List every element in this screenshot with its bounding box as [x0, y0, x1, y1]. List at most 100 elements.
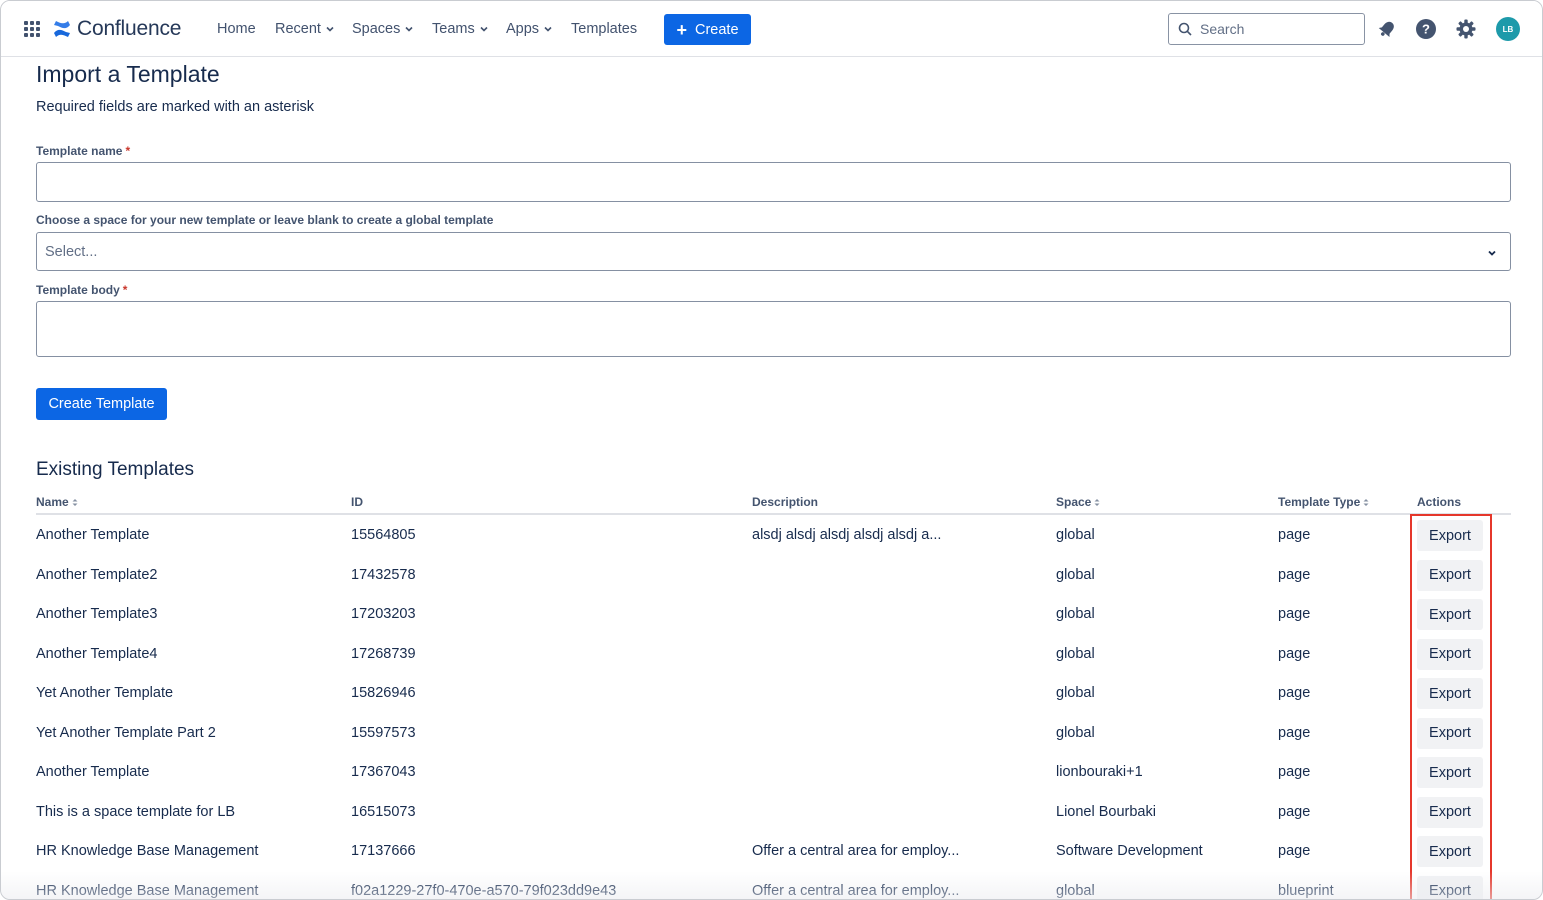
sort-icon	[1363, 498, 1369, 506]
column-header-template-type[interactable]: Template Type	[1278, 495, 1369, 509]
cell-id: 17137666	[351, 843, 416, 859]
cell-space: global	[1056, 724, 1095, 741]
column-header-template-type-label: Template Type	[1278, 495, 1361, 509]
column-header-id: ID	[351, 495, 363, 509]
export-button[interactable]: Export	[1417, 520, 1483, 551]
nav-apps[interactable]: Apps	[506, 19, 553, 39]
nav-recent[interactable]: Recent	[275, 19, 335, 39]
cell-type: page	[1278, 527, 1311, 543]
export-button[interactable]: Export	[1417, 836, 1483, 867]
table-row: Another Template3 17203203 global page E…	[1, 594, 1542, 634]
nav-templates-label: Templates	[571, 21, 638, 37]
template-name-label-text: Template name	[36, 144, 123, 158]
column-header-name[interactable]: Name	[36, 495, 78, 509]
nav-recent-label: Recent	[275, 21, 321, 37]
help-icon[interactable]: ?	[1415, 18, 1437, 40]
template-body-input[interactable]	[36, 301, 1511, 357]
nav-teams[interactable]: Teams	[432, 19, 489, 39]
search-input[interactable]: Search	[1168, 13, 1365, 45]
cell-space: global	[1056, 566, 1095, 583]
cell-space: global	[1056, 527, 1095, 543]
nav-teams-label: Teams	[432, 21, 475, 37]
cell-space: global	[1056, 685, 1095, 701]
chevron-down-icon	[480, 26, 488, 32]
cell-space: global	[1056, 606, 1095, 622]
nav-home-label: Home	[217, 21, 256, 37]
nav-home[interactable]: Home	[217, 19, 256, 39]
cell-type: page	[1278, 803, 1311, 820]
settings-icon[interactable]	[1455, 18, 1477, 40]
brand-name: Confluence	[77, 17, 182, 40]
cell-name: Another Template	[36, 764, 150, 780]
column-header-actions: Actions	[1417, 495, 1461, 509]
notifications-icon[interactable]	[1376, 18, 1398, 40]
user-avatar[interactable]: LB	[1496, 17, 1520, 41]
cell-space: global	[1056, 645, 1095, 662]
cell-name: Yet Another Template Part 2	[36, 724, 216, 741]
search-icon	[1178, 22, 1192, 36]
export-button[interactable]: Export	[1417, 678, 1483, 709]
column-header-space[interactable]: Space	[1056, 495, 1100, 509]
template-name-input[interactable]	[36, 162, 1511, 202]
column-header-actions-label: Actions	[1417, 495, 1462, 509]
page-title: Import a Template	[36, 61, 220, 87]
export-button[interactable]: Export	[1417, 559, 1483, 591]
required-asterisk: *	[125, 144, 131, 158]
cell-type: page	[1278, 566, 1311, 583]
export-button[interactable]: Export	[1417, 638, 1483, 670]
cell-name: HR Knowledge Base Management	[36, 843, 259, 859]
table-row: HR Knowledge Base Management 17137666 Of…	[1, 831, 1542, 871]
create-button[interactable]: + Create	[664, 14, 751, 45]
cell-space: Lionel Bourbaki	[1056, 803, 1156, 820]
cell-id: 17203203	[351, 606, 416, 622]
cell-name: Another Template	[36, 527, 150, 543]
nav-spaces[interactable]: Spaces	[352, 19, 414, 39]
table-row: HR Knowledge Base Management f02a1229-27…	[1, 871, 1542, 899]
cell-type: page	[1278, 724, 1311, 741]
column-header-name-label: Name	[36, 495, 69, 509]
chevron-down-icon	[544, 26, 552, 32]
cell-space: Software Development	[1056, 843, 1203, 859]
cell-name: Another Template4	[36, 645, 158, 662]
table-row: Another Template2 17432578 global page E…	[1, 555, 1542, 595]
export-button[interactable]: Export	[1417, 796, 1483, 828]
cell-name: Another Template3	[36, 606, 158, 622]
cell-type: page	[1278, 606, 1311, 622]
chevron-down-icon	[1488, 250, 1496, 256]
cell-description: Offer a central area for employ...	[752, 843, 960, 859]
export-button[interactable]: Export	[1417, 599, 1483, 630]
nav-spaces-label: Spaces	[352, 21, 401, 37]
chevron-down-icon	[326, 26, 334, 32]
cell-name: This is a space template for LB	[36, 803, 236, 820]
export-button[interactable]: Export	[1417, 875, 1483, 899]
create-button-label: Create	[694, 21, 739, 38]
table-row: Yet Another Template Part 2 15597573 glo…	[1, 713, 1542, 753]
template-name-label: Template name *	[36, 144, 130, 158]
template-body-label-text: Template body	[36, 283, 120, 297]
table-row: Another Template 15564805 alsdj alsdj al…	[1, 515, 1542, 555]
table-row: This is a space template for LB 16515073…	[1, 792, 1542, 832]
app-switcher-icon[interactable]	[23, 20, 41, 38]
export-button[interactable]: Export	[1417, 757, 1483, 788]
table-row: Another Template 17367043 lionbouraki+1 …	[1, 752, 1542, 792]
table-row: Yet Another Template 15826946 global pag…	[1, 673, 1542, 713]
export-button[interactable]: Export	[1417, 717, 1483, 749]
cell-name: HR Knowledge Base Management	[36, 882, 259, 899]
confluence-logo-icon	[54, 21, 70, 37]
search-placeholder: Search	[1200, 21, 1245, 37]
nav-templates[interactable]: Templates	[571, 19, 637, 39]
cell-id: f02a1229-27f0-470e-a570-79f023dd9e43	[351, 882, 617, 899]
app-window: Confluence Home Recent Spaces Teams Apps…	[0, 0, 1543, 900]
space-select-label: Choose a space for your new template or …	[36, 213, 494, 227]
required-asterisk: *	[122, 283, 128, 297]
sort-icon	[72, 498, 78, 506]
confluence-logo[interactable]: Confluence	[53, 15, 181, 43]
cell-description: Offer a central area for employ...	[752, 882, 960, 899]
cell-name: Yet Another Template	[36, 685, 174, 701]
space-select-placeholder: Select...	[45, 243, 98, 260]
column-header-id-label: ID	[351, 495, 363, 509]
cell-description: alsdj alsdj alsdj alsdj alsdj a...	[752, 527, 942, 543]
create-template-button[interactable]: Create Template	[36, 388, 167, 420]
space-select[interactable]: Select...	[36, 232, 1511, 271]
cell-id: 15826946	[351, 685, 416, 701]
